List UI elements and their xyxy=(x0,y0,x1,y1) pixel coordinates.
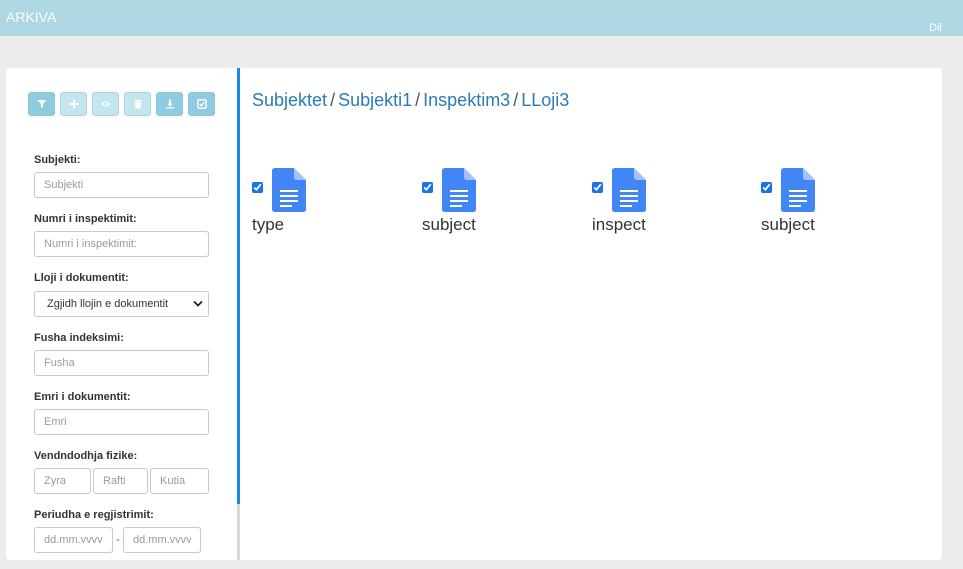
check-button[interactable] xyxy=(188,92,215,116)
subject-input[interactable] xyxy=(34,172,209,198)
breadcrumb-separator: / xyxy=(513,90,519,110)
inspection-number-label: Numri i inspektimit: xyxy=(34,213,137,225)
filter-button[interactable] xyxy=(28,92,55,116)
file-checkbox[interactable] xyxy=(592,182,603,193)
breadcrumb: Subjektet / Subjekti1/Inspektim3/LLoji3 xyxy=(252,90,569,111)
breadcrumb-item-type[interactable]: LLoji3 xyxy=(521,90,569,110)
date-from-input[interactable] xyxy=(34,527,113,553)
physical-location-label: Vendndodhja fizike: xyxy=(34,450,138,462)
file-checkbox[interactable] xyxy=(761,182,772,193)
file-item[interactable]: inspect xyxy=(592,168,712,238)
index-field-input[interactable] xyxy=(34,350,209,376)
breadcrumb-item-subjects[interactable]: Subjektet xyxy=(252,90,327,110)
toolbar xyxy=(28,92,215,116)
file-item[interactable]: type xyxy=(252,168,372,238)
document-icon xyxy=(612,168,646,212)
trash-icon xyxy=(134,100,141,109)
download-icon xyxy=(165,99,174,109)
filter-icon xyxy=(37,100,46,108)
check-square-icon xyxy=(196,99,207,109)
date-to-input[interactable] xyxy=(123,527,201,553)
document-type-selected: Zgjidh llojin e dokumentit xyxy=(47,298,169,310)
inspection-number-input[interactable] xyxy=(34,231,209,257)
sidebar-divider[interactable] xyxy=(237,68,240,504)
document-name-label: Emri i dokumentit: xyxy=(34,391,131,403)
delete-button[interactable] xyxy=(124,92,151,116)
file-name: subject xyxy=(761,215,815,234)
file-item[interactable]: subject xyxy=(761,168,881,238)
eye-icon xyxy=(101,101,110,107)
filter-sidebar: Subjekti: Numri i inspektimit: Lloji i d… xyxy=(6,68,239,560)
language-button[interactable]: Dil xyxy=(929,22,942,34)
breadcrumb-separator: / xyxy=(330,90,336,110)
main-card: Subjekti: Numri i inspektimit: Lloji i d… xyxy=(6,68,942,560)
document-name-input[interactable] xyxy=(34,409,209,435)
file-checkbox[interactable] xyxy=(252,182,263,193)
plus-icon xyxy=(69,99,78,109)
top-bar: ARKIVA Dil xyxy=(0,0,963,36)
download-button[interactable] xyxy=(156,92,183,116)
breadcrumb-item-inspection[interactable]: Inspektim3 xyxy=(423,90,510,110)
document-icon xyxy=(781,168,815,212)
index-field-label: Fusha indeksimi: xyxy=(34,332,124,344)
office-input[interactable] xyxy=(34,468,91,494)
subject-label: Subjekti: xyxy=(34,154,81,166)
document-icon xyxy=(272,168,306,212)
file-name: subject xyxy=(422,215,476,234)
registration-period-label: Periudha e regjistrimit: xyxy=(34,509,154,521)
view-button[interactable] xyxy=(92,92,119,116)
file-item[interactable]: subject xyxy=(422,168,542,238)
document-type-label: Lloji i dokumentit: xyxy=(34,272,129,284)
breadcrumb-separator: / xyxy=(415,90,421,110)
file-name: inspect xyxy=(592,215,646,234)
chevron-down-icon xyxy=(193,300,203,307)
date-separator: - xyxy=(116,534,120,546)
document-icon xyxy=(442,168,476,212)
file-checkbox[interactable] xyxy=(422,182,433,193)
breadcrumb-item-subject[interactable]: Subjekti1 xyxy=(338,90,412,110)
shelf-input[interactable] xyxy=(93,468,148,494)
document-type-select[interactable]: Zgjidh llojin e dokumentit xyxy=(34,291,209,317)
sidebar-divider-track xyxy=(237,504,240,560)
add-button[interactable] xyxy=(60,92,87,116)
file-name: type xyxy=(252,215,285,234)
app-title: ARKIVA xyxy=(6,9,57,25)
box-input[interactable] xyxy=(150,468,209,494)
